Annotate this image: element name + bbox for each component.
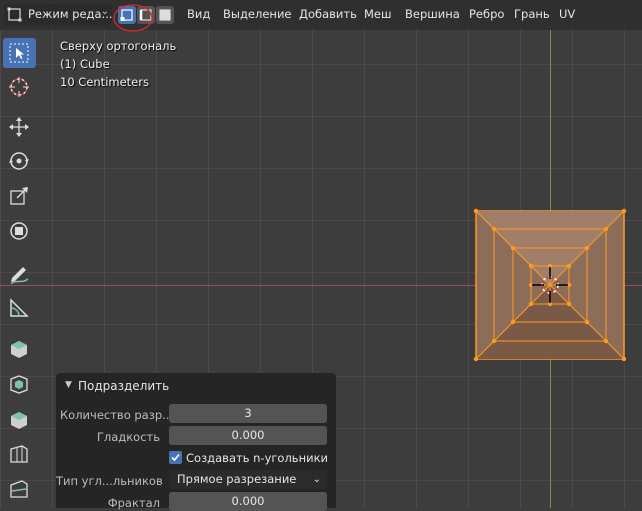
select-box-icon bbox=[9, 43, 29, 63]
corner-type-label: Тип угл...льников bbox=[56, 474, 163, 488]
tool-inset[interactable] bbox=[3, 404, 36, 434]
object-name: (1) Cube bbox=[60, 57, 110, 71]
tool-select-box[interactable] bbox=[3, 38, 36, 68]
inset-icon bbox=[11, 412, 27, 429]
menu-edge[interactable]: Ребро bbox=[463, 4, 511, 25]
annotate-icon bbox=[10, 267, 29, 284]
tool-add-cube[interactable] bbox=[3, 334, 36, 364]
menu-uv[interactable]: UV bbox=[553, 4, 582, 25]
number-of-cuts-field[interactable]: 3 bbox=[169, 404, 327, 423]
extrude-icon bbox=[10, 375, 28, 394]
create-ngons-checkbox[interactable] bbox=[169, 451, 182, 464]
tool-rotate[interactable] bbox=[3, 146, 36, 176]
transform-icon bbox=[10, 222, 28, 240]
menu-mesh[interactable]: Меш bbox=[358, 4, 398, 25]
smoothness-label: Гладкость bbox=[96, 430, 160, 444]
viewport-header: Режим реда... ⌄ Вид Выделение Добавить М… bbox=[0, 0, 642, 32]
rotate-icon bbox=[9, 152, 29, 170]
bevel-icon bbox=[10, 445, 28, 463]
menu-face[interactable]: Грань bbox=[508, 4, 556, 25]
cursor-icon bbox=[9, 77, 29, 97]
menu-vertex[interactable]: Вершина bbox=[399, 4, 466, 25]
tool-cursor[interactable] bbox=[3, 72, 36, 102]
chevron-down-icon: ⌄ bbox=[312, 474, 321, 485]
loop-cut-icon bbox=[10, 480, 28, 498]
create-ngons-label[interactable]: Создавать n-угольники bbox=[186, 451, 328, 465]
viewport-info: Сверху ортогональ (1) Cube 10 Centimeter… bbox=[60, 37, 176, 91]
checkmark-icon bbox=[171, 453, 180, 462]
tool-transform[interactable] bbox=[3, 216, 36, 246]
menu-add[interactable]: Добавить bbox=[293, 4, 363, 25]
tool-extrude[interactable] bbox=[3, 369, 36, 399]
fractal-field[interactable]: 0.000 bbox=[169, 492, 327, 511]
chevron-down-icon: ⌄ bbox=[100, 6, 109, 17]
mode-dropdown[interactable]: Режим реда... ⌄ bbox=[4, 4, 113, 25]
edit-mode-icon bbox=[7, 7, 22, 22]
tool-annotate[interactable] bbox=[3, 258, 36, 288]
operator-panel-subdivide: ▼ Подразделить Количество разр... 3 Глад… bbox=[56, 373, 336, 511]
tool-move[interactable] bbox=[3, 112, 36, 142]
smoothness-field[interactable]: 0.000 bbox=[169, 426, 327, 445]
tool-loop-cut[interactable] bbox=[3, 474, 36, 504]
face-select-button[interactable] bbox=[156, 6, 174, 24]
scale-icon bbox=[10, 187, 28, 205]
menu-select[interactable]: Выделение bbox=[217, 4, 298, 25]
tool-measure[interactable] bbox=[3, 293, 36, 323]
add-cube-icon bbox=[11, 341, 27, 358]
3d-cursor-icon[interactable] bbox=[530, 265, 570, 305]
collapse-arrow-icon[interactable]: ▼ bbox=[65, 380, 72, 390]
menu-view[interactable]: Вид bbox=[181, 4, 217, 25]
view-name: Сверху ортогональ bbox=[60, 39, 177, 53]
red-circle-annotation bbox=[113, 4, 153, 32]
face-select-icon bbox=[159, 9, 171, 21]
corner-type-value: Прямое разрезание bbox=[177, 472, 297, 486]
move-icon bbox=[9, 117, 29, 137]
measure-icon bbox=[10, 298, 29, 317]
tool-bevel[interactable] bbox=[3, 439, 36, 469]
corner-type-dropdown[interactable]: Прямое разрезание ⌄ bbox=[169, 470, 327, 489]
grid-scale: 10 Centimeters bbox=[60, 75, 149, 89]
number-of-cuts-label: Количество разр... bbox=[60, 408, 174, 422]
tool-scale[interactable] bbox=[3, 181, 36, 211]
operator-title[interactable]: Подразделить bbox=[78, 379, 169, 393]
